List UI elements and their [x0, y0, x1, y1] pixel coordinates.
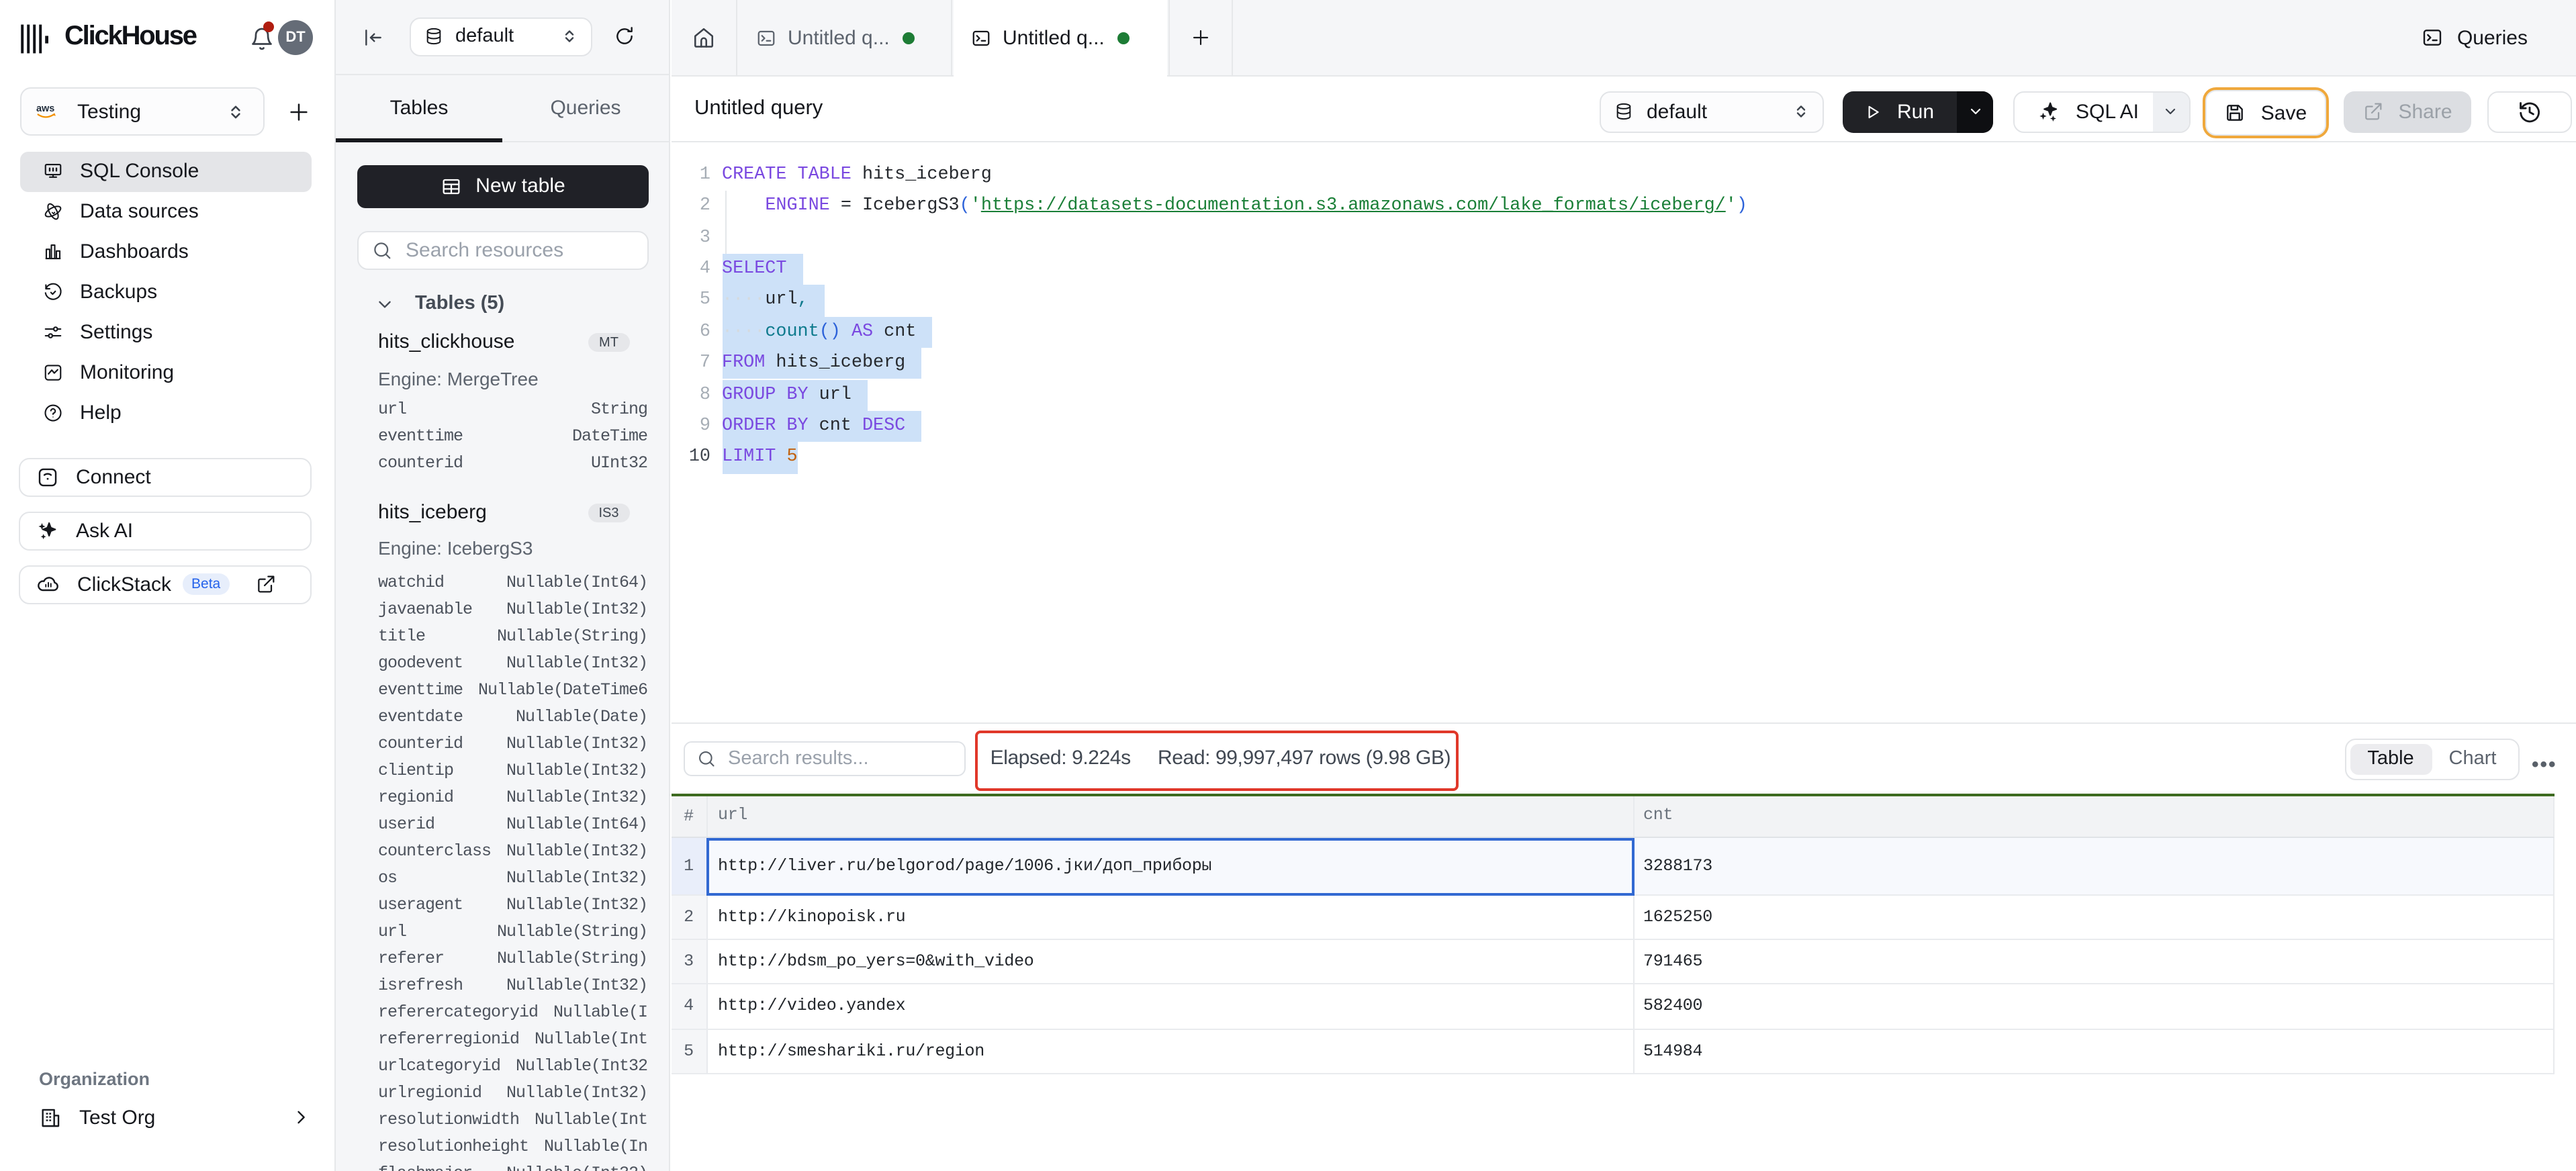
svg-text:aws: aws — [36, 103, 54, 114]
